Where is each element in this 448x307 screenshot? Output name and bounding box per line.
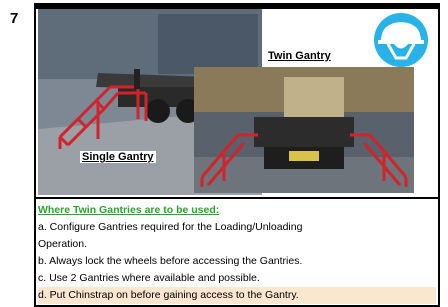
chinstrap-helmet-icon <box>366 11 436 69</box>
step-number: 7 <box>10 10 19 27</box>
instruction-line: b. Always lock the wheels before accessi… <box>38 255 303 267</box>
instruction-line: c. Use 2 Gantries where available and po… <box>38 272 260 284</box>
instructions: Where Twin Gantries are to be used: a. C… <box>38 202 436 304</box>
instruction-line: d. Put Chinstrap on before gaining acces… <box>38 287 436 304</box>
twin-gantry-caption: Twin Gantry <box>266 50 333 62</box>
photo-area: Twin Gantry Single Gantry <box>36 9 438 199</box>
single-gantry-caption: Single Gantry <box>80 151 156 163</box>
instructions-heading: Where Twin Gantries are to be used: <box>38 204 220 216</box>
twin-gantry-photo <box>194 67 414 193</box>
instruction-line: a. Configure Gantries required for the L… <box>38 221 303 233</box>
instruction-line: Operation. <box>38 238 88 250</box>
procedure-card: Twin Gantry Single Gantry Where Twin Gan… <box>34 7 440 307</box>
